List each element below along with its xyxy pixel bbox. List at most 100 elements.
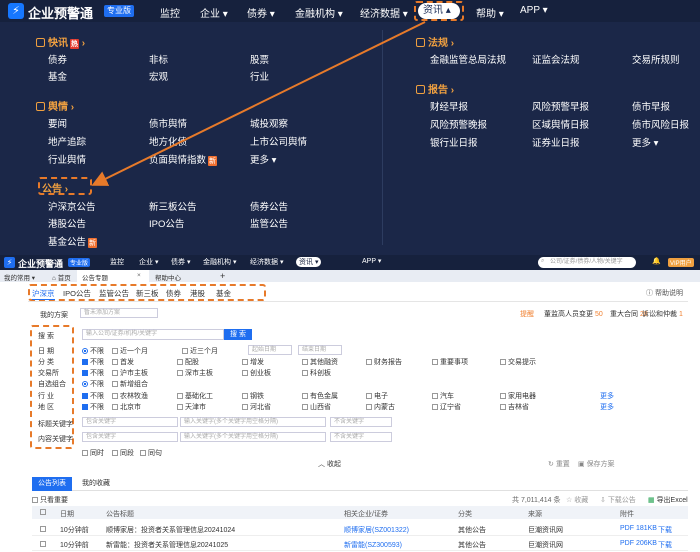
date-end-input[interactable]: 结束日期 <box>298 345 342 355</box>
row-download-link[interactable]: 下载 <box>658 540 672 550</box>
vip-badge[interactable]: VIP用户 <box>668 258 694 267</box>
sync-option[interactable]: 同时 <box>82 448 104 458</box>
date-option[interactable]: 不限 <box>82 346 104 356</box>
exchange-option[interactable]: 深市主板 <box>177 368 213 378</box>
search-input[interactable]: 输入公司/证券/机构/关键字 <box>82 329 224 340</box>
tab-my-favorites[interactable]: 我的收藏 <box>82 477 110 491</box>
region-option[interactable]: 河北省 <box>242 402 271 412</box>
global-search-input[interactable]: 公司/证券/债券/人物/关键字 <box>538 257 636 268</box>
reset-button[interactable]: ↻ 重置 <box>548 459 570 469</box>
subnav-item[interactable]: 监管公告 <box>99 288 129 299</box>
date-start-input[interactable]: 起始日期 <box>248 345 292 355</box>
content-exclude-input[interactable]: 不含关键字 <box>330 432 392 442</box>
subnav-item[interactable]: 债券 <box>166 288 181 299</box>
app-nav-item-news[interactable]: 资讯 ▾ <box>296 257 322 267</box>
custom-option[interactable]: 新增组合 <box>112 379 148 389</box>
industry-more-link[interactable]: 更多 <box>600 391 614 401</box>
stat-litigation[interactable]: 诉讼和仲裁 1 <box>642 309 683 319</box>
region-option[interactable]: 吉林省 <box>500 402 529 412</box>
close-icon[interactable]: × <box>137 272 141 279</box>
subnav-item[interactable]: 基金 <box>216 288 231 299</box>
exchange-option[interactable]: 创业板 <box>242 368 271 378</box>
custom-option[interactable]: 不限 <box>82 379 104 389</box>
tab-help[interactable]: 帮助中心 <box>155 272 181 282</box>
industry-option[interactable]: 农林牧渔 <box>112 391 148 401</box>
date-option[interactable]: 近一个月 <box>112 346 148 356</box>
table-row[interactable]: 10分钟前 顺博家居：投资者关系管理信息20241024 顺博家居(SZ0013… <box>32 522 688 536</box>
region-option[interactable]: 北京市 <box>112 402 141 412</box>
app-nav-item[interactable]: 金融机构 ▾ <box>203 257 236 267</box>
reminder-label[interactable]: 提醒 <box>520 309 534 319</box>
region-option[interactable]: 山西省 <box>302 402 331 412</box>
date-option[interactable]: 近三个月 <box>182 346 218 356</box>
row-company-link[interactable]: 新雷能(SZ300593) <box>344 540 402 550</box>
lightning-icon[interactable]: ⚡ <box>4 257 15 268</box>
row-download-link[interactable]: 下载 <box>658 525 672 535</box>
category-option[interactable]: 配股 <box>177 357 199 367</box>
subnav-item[interactable]: 新三板 <box>136 288 159 299</box>
exchange-option[interactable]: 不限 <box>82 368 104 378</box>
select-all-checkbox[interactable] <box>40 509 46 515</box>
sync-option[interactable]: 同段 <box>112 448 134 458</box>
app-nav-item[interactable]: 企业 ▾ <box>139 257 158 267</box>
industry-option[interactable]: 电子 <box>366 391 388 401</box>
industry-option[interactable]: 家用电器 <box>500 391 536 401</box>
industry-option[interactable]: 不限 <box>82 391 104 401</box>
subnav-item[interactable]: 沪深京 <box>32 288 55 300</box>
row-pdf-link[interactable]: PDF 181KB <box>620 525 657 532</box>
row-pdf-link[interactable]: PDF 206KB <box>620 540 657 547</box>
app-nav-item[interactable]: 经济数据 ▾ <box>250 257 283 267</box>
row-title[interactable]: 新雷能：投资者关系管理信息20241025 <box>106 540 228 550</box>
export-excel-button[interactable]: ▦ 导出Excel <box>648 495 688 505</box>
title-include-input[interactable]: 包含关键字 <box>82 417 178 427</box>
category-option[interactable]: 重要事项 <box>432 357 468 367</box>
app-nav-item[interactable]: APP ▾ <box>362 257 381 265</box>
category-option[interactable]: 增发 <box>242 357 264 367</box>
plan-select[interactable]: 暂未添加方案 <box>80 308 158 318</box>
col-date[interactable]: 日期 <box>60 509 74 519</box>
subnav-item[interactable]: 港股 <box>190 288 205 299</box>
row-checkbox[interactable] <box>40 526 46 532</box>
category-option[interactable]: 不限 <box>82 357 104 367</box>
row-company-link[interactable]: 顺博家居(SZ001322) <box>344 525 409 535</box>
category-option[interactable]: 首发 <box>112 357 134 367</box>
table-row[interactable]: 10分钟前 新雷能：投资者关系管理信息20241025 新雷能(SZ300593… <box>32 537 688 551</box>
region-option[interactable]: 不限 <box>82 402 104 412</box>
sync-option[interactable]: 同句 <box>140 448 162 458</box>
content-include-input[interactable]: 包含关键字 <box>82 432 178 442</box>
category-option[interactable]: 交易提示 <box>500 357 536 367</box>
category-option[interactable]: 财务报告 <box>366 357 402 367</box>
region-option[interactable]: 内蒙古 <box>366 402 395 412</box>
region-option[interactable]: 辽宁省 <box>432 402 461 412</box>
region-more-link[interactable]: 更多 <box>600 402 614 412</box>
row-checkbox[interactable] <box>40 541 46 547</box>
region-option[interactable]: 天津市 <box>177 402 206 412</box>
title-exclude-input[interactable]: 不含关键字 <box>330 417 392 427</box>
stat-exec-change[interactable]: 董监高人员变更 50 <box>544 309 603 319</box>
help-link[interactable]: ⓘ 帮助说明 <box>646 288 683 298</box>
exchange-option[interactable]: 沪市主板 <box>112 368 148 378</box>
category-option[interactable]: 其他融资 <box>302 357 338 367</box>
industry-option[interactable]: 钢铁 <box>242 391 264 401</box>
collapse-link[interactable]: ︿ 收起 <box>318 459 341 469</box>
subnav-item[interactable]: IPO公告 <box>63 288 91 299</box>
download-button[interactable]: ⇩ 下载公告 <box>600 495 636 505</box>
favorite-button[interactable]: ☆ 收藏 <box>566 495 588 505</box>
title-keywords-input[interactable]: 输入关键字(多个关键字用空格分隔) <box>180 417 326 427</box>
only-important-filter[interactable]: 只看重要 <box>32 495 68 505</box>
row-title[interactable]: 顺博家居：投资者关系管理信息20241024 <box>106 525 235 535</box>
app-brand[interactable]: 企业预警通 <box>18 257 63 270</box>
content-keywords-input[interactable]: 输入关键字(多个关键字用空格分隔) <box>180 432 326 442</box>
save-plan-button[interactable]: ▣ 保存方案 <box>578 459 615 469</box>
app-nav-item[interactable]: 债券 ▾ <box>171 257 190 267</box>
my-common-menu[interactable]: 我的常用 ▾ <box>4 272 35 282</box>
industry-option[interactable]: 有色金属 <box>302 391 338 401</box>
tab-home[interactable]: ⌂ 首页 <box>52 272 71 282</box>
app-nav-item[interactable]: 监控 <box>110 257 124 267</box>
industry-option[interactable]: 基础化工 <box>177 391 213 401</box>
industry-option[interactable]: 汽车 <box>432 391 454 401</box>
bell-icon[interactable]: 🔔 <box>652 257 661 265</box>
tab-announcement[interactable]: 公告专题 × <box>77 270 149 282</box>
search-button[interactable]: 搜 索 <box>224 329 252 340</box>
add-tab-button[interactable]: + <box>220 271 225 281</box>
